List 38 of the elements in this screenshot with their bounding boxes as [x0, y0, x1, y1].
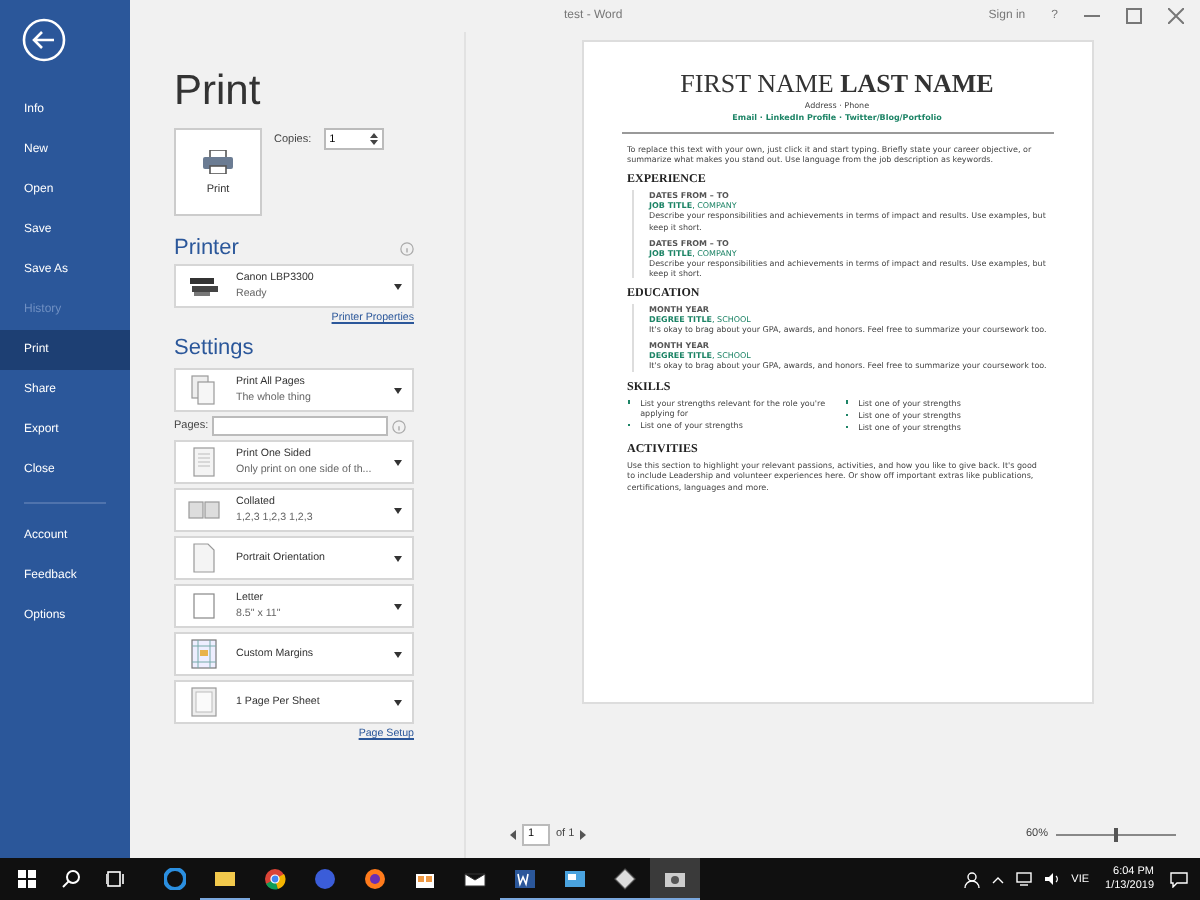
caret-icon [394, 387, 402, 393]
info-icon [392, 419, 407, 433]
lined-page-icon [188, 446, 220, 478]
page-stack-icon [188, 374, 220, 406]
caret-icon [394, 699, 402, 705]
chevron-up-icon[interactable] [991, 875, 1004, 883]
close-icon[interactable] [1168, 8, 1184, 24]
back-button[interactable] [22, 18, 66, 62]
settings-heading: Settings [174, 336, 256, 360]
printer-icon [202, 149, 234, 173]
blank-page-icon [188, 590, 220, 622]
person-icon[interactable] [963, 871, 980, 887]
printer-heading: Printer [174, 236, 239, 260]
folded-page-icon [188, 542, 220, 574]
speaker-icon[interactable] [1043, 872, 1060, 886]
task-view-icon[interactable] [106, 870, 124, 888]
page-title: Print [174, 68, 263, 116]
framed-page-icon [188, 686, 220, 718]
camera-app-icon[interactable] [650, 858, 700, 900]
pages-field[interactable] [212, 416, 389, 436]
caret-icon [394, 555, 402, 561]
printer-icon [188, 274, 220, 298]
caret-icon [394, 283, 402, 289]
search-icon[interactable] [62, 870, 80, 888]
caret-icon [394, 459, 402, 465]
network-icon[interactable] [1015, 872, 1032, 886]
spin-arrows-icon[interactable] [369, 132, 378, 146]
caret-icon [394, 651, 402, 657]
caret-icon [394, 507, 402, 513]
maximize-icon[interactable] [1126, 8, 1142, 24]
caret-icon [394, 603, 402, 609]
windows-start-icon[interactable] [18, 870, 36, 888]
resume-name: FIRST NAME LAST NAME [678, 70, 996, 98]
previous-page-icon[interactable] [510, 829, 516, 839]
notification-icon[interactable] [1170, 871, 1188, 887]
next-page-icon[interactable] [580, 829, 587, 839]
info-icon [400, 241, 414, 255]
margins-icon [188, 638, 220, 670]
